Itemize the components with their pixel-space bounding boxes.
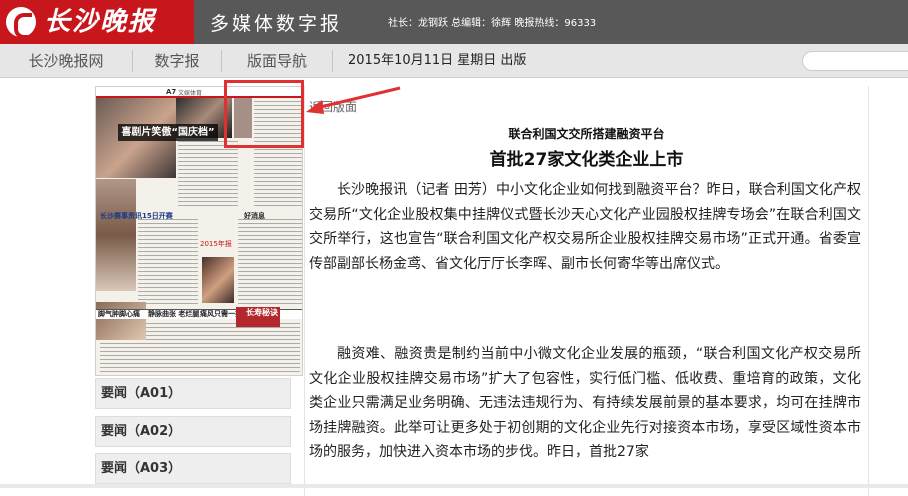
article-paragraph: 长沙晚报讯（记者 田芳）中小文化企业如何找到融资平台？昨日，联合利国文化产权交易… — [309, 182, 861, 272]
nav-item-home[interactable]: 长沙晚报网 — [0, 44, 132, 78]
thumb-text-block — [238, 219, 302, 305]
thumb-ad-title-red: 长寿秘诀 — [246, 308, 278, 317]
thumb-photo — [96, 179, 136, 291]
thumb-ad-title: 静脉曲张 老烂腿 — [148, 310, 200, 318]
thumb-subhead: 好消息 — [244, 212, 265, 220]
sub-brand-title: 多媒体数字报 — [210, 13, 343, 35]
thumb-text-block — [138, 219, 198, 307]
section-item-a02[interactable]: 要闻（A02） — [95, 416, 291, 447]
search-input[interactable] — [802, 51, 908, 71]
article-headline: 首批27家文化类企业上市 — [489, 150, 684, 170]
thumb-photo — [202, 257, 234, 303]
nav-divider — [332, 50, 333, 72]
thumb-headline: 喜剧片笑傲“国庆档” — [118, 124, 218, 141]
article-hotspot-highlight[interactable] — [224, 80, 304, 148]
bottom-border — [0, 484, 908, 488]
header-bar: 长沙晚报 多媒体数字报 社长：龙钢跃 总编辑：徐辉 晚报热线：96333 — [0, 0, 908, 44]
thumb-subhead: 长沙赛事资讯15日开赛 — [100, 212, 173, 220]
logo-icon — [6, 7, 36, 39]
site-logo[interactable]: 长沙晚报 — [0, 0, 194, 44]
thumb-text-block — [178, 141, 238, 207]
thumb-subhead: 2015年报 — [200, 240, 232, 248]
thumb-photo — [96, 302, 146, 340]
nav-item-page-nav[interactable]: 版面导航 — [222, 44, 332, 78]
logo-text: 长沙晚报 — [44, 7, 157, 37]
thumb-page-tag: A7 — [166, 88, 177, 96]
staff-info: 社长：龙钢跃 总编辑：徐辉 晚报热线：96333 — [388, 18, 597, 29]
article-kicker: 联合利国文交所搭建融资平台 — [508, 127, 665, 141]
back-to-page-link[interactable]: 返回版面 — [309, 98, 357, 115]
article-paragraph: 融资难、融资贵是制约当前中小微文化企业发展的瓶颈，“联合利国文化产权交易所文化企… — [309, 346, 861, 460]
section-item-a03[interactable]: 要闻（A03） — [95, 453, 291, 484]
nav-item-digital-paper[interactable]: 数字报 — [133, 44, 221, 78]
issue-date: 2015年10月11日 星期日 出版 — [348, 53, 527, 68]
thumb-ad-title: 脚气肿脚心痛 — [98, 310, 140, 318]
section-item-a01[interactable]: 要闻（A01） — [95, 378, 291, 409]
top-nav: 长沙晚报网 数字报 版面导航 2015年10月11日 星期日 出版 — [0, 44, 908, 78]
